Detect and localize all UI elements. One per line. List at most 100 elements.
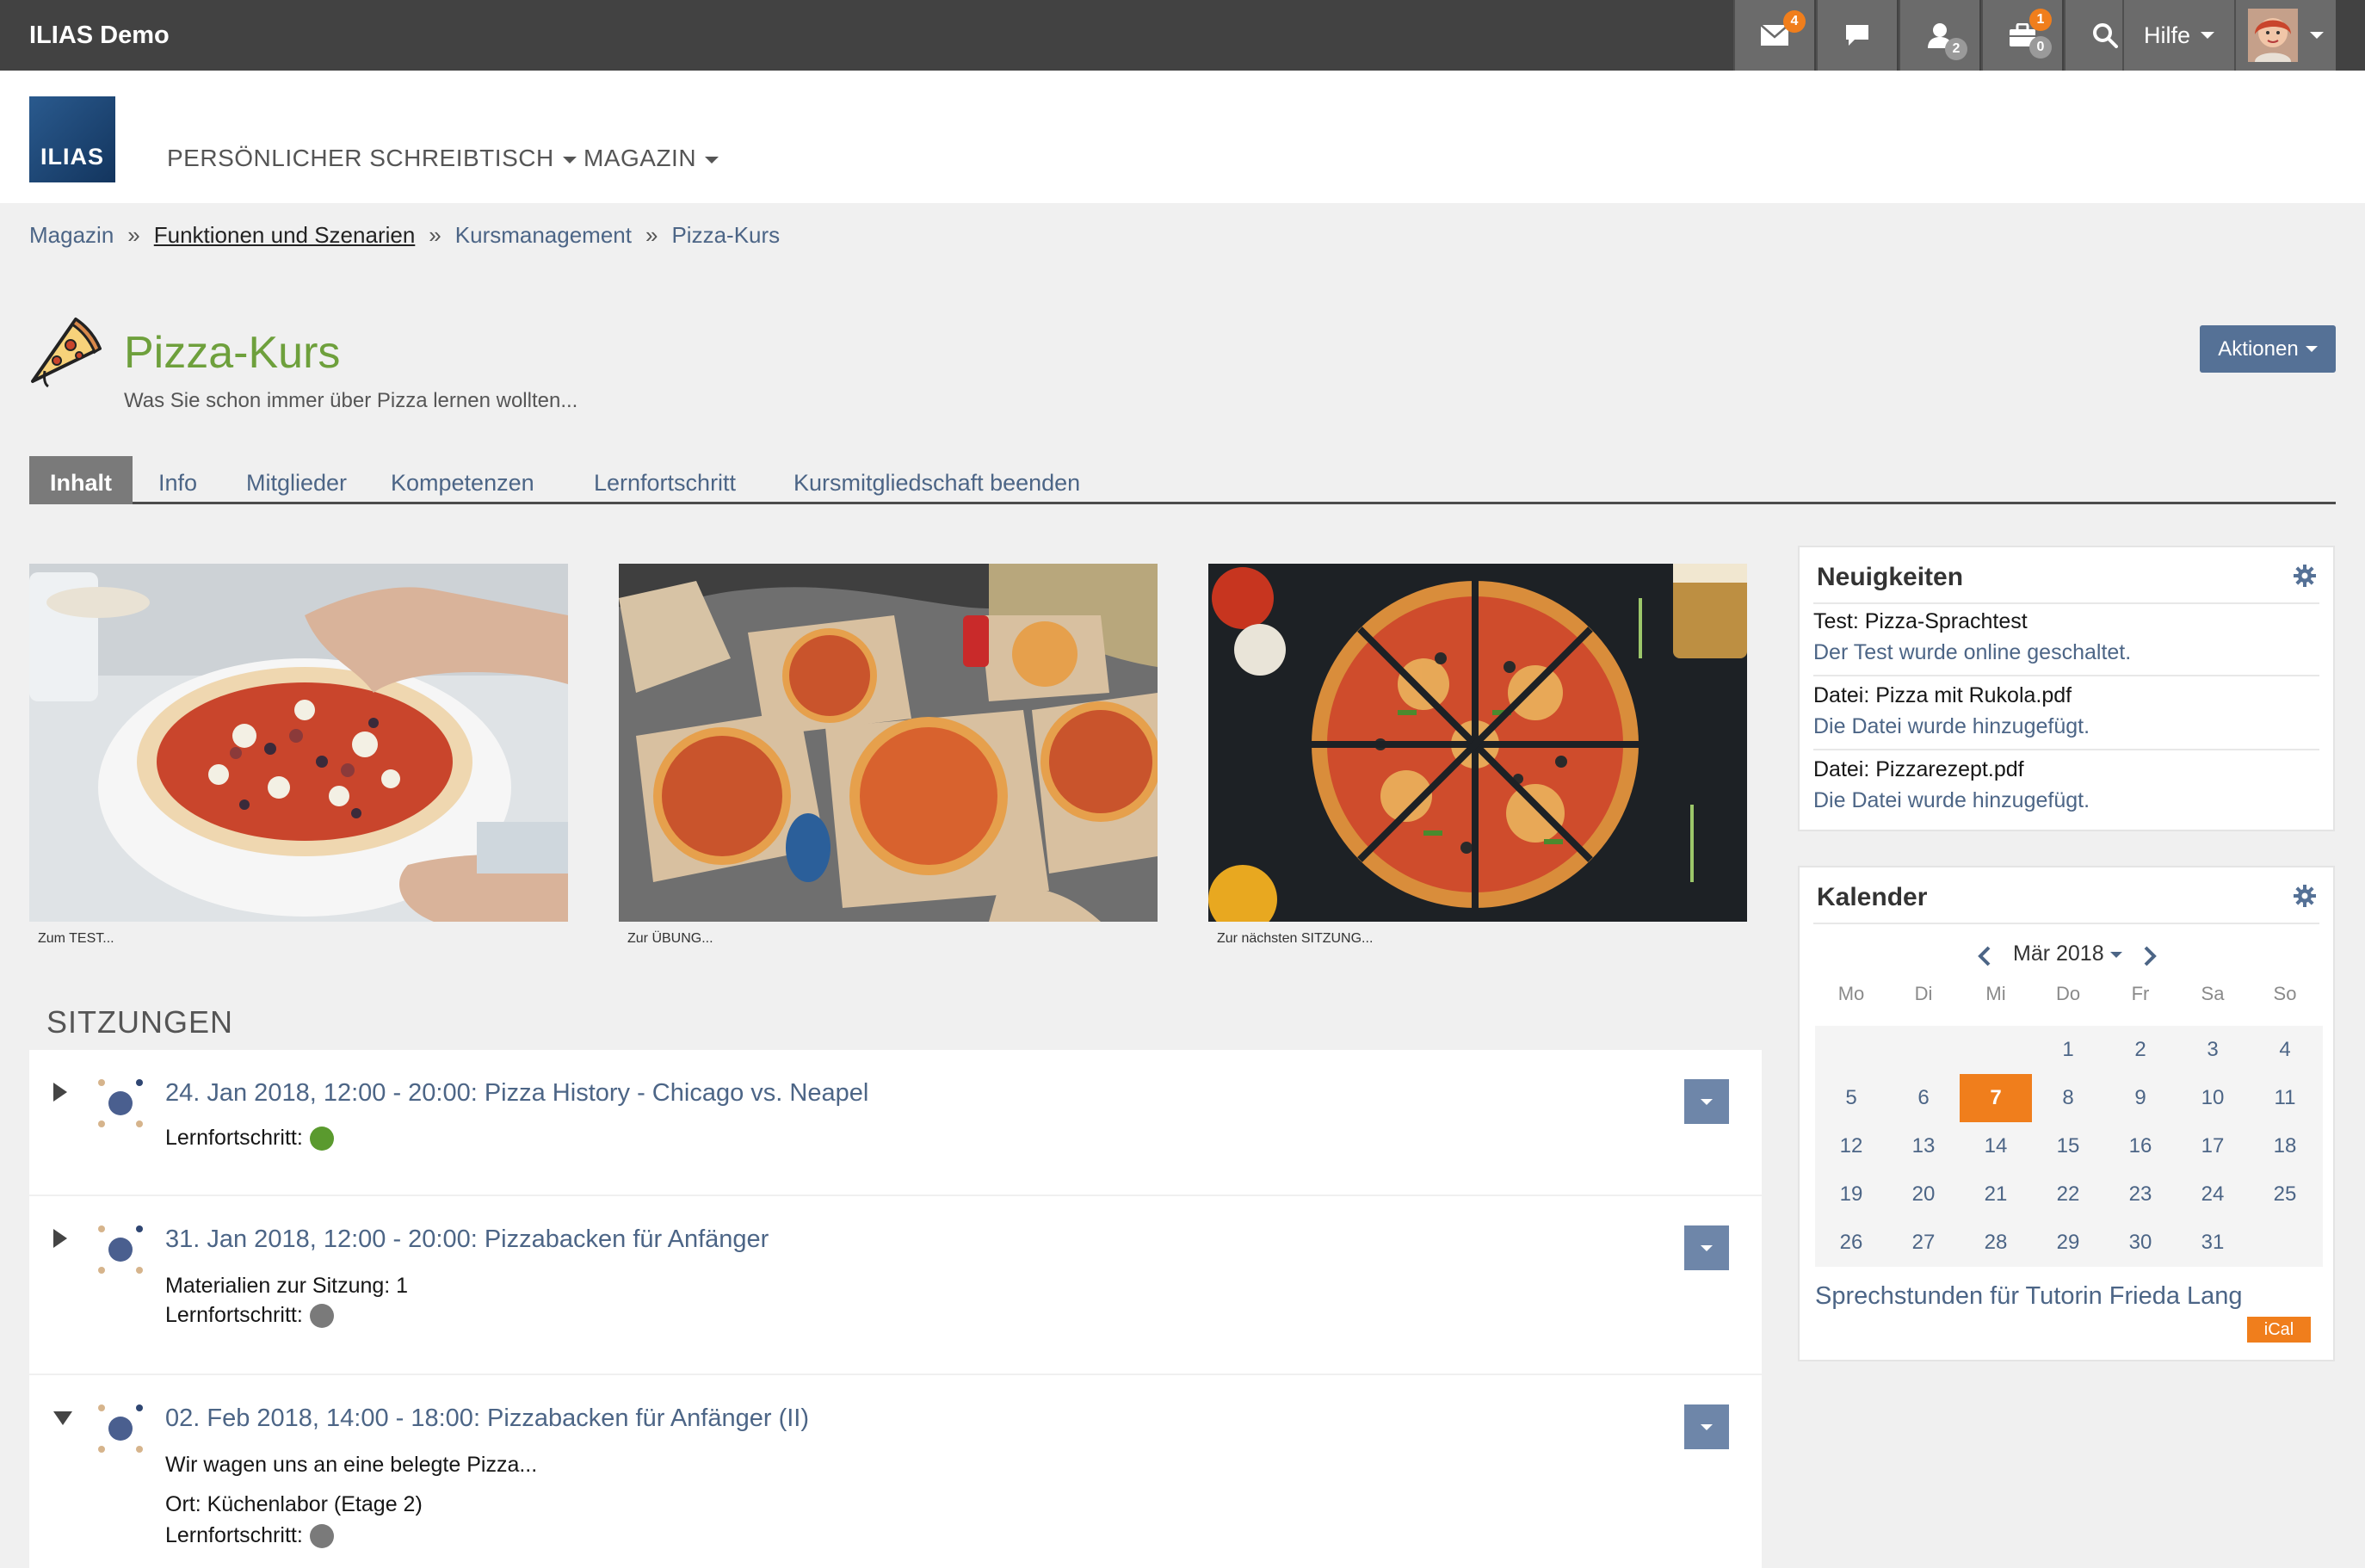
tile-image-session[interactable] xyxy=(1208,564,1747,922)
chevron-down-icon xyxy=(1701,1098,1713,1105)
weekday-label: Sa xyxy=(2201,983,2225,1004)
chat-bubble-icon xyxy=(1846,25,1868,46)
session-title-link[interactable]: 24. Jan 2018, 12:00 - 20:00: Pizza Histo… xyxy=(165,1079,868,1108)
news-item-link[interactable]: Die Datei wurde hinzugefügt. xyxy=(1813,788,2090,813)
tile-image-test[interactable] xyxy=(29,564,568,922)
calendar-day[interactable]: 11 xyxy=(2249,1074,2321,1122)
page-description: Was Sie schon immer über Pizza lernen wo… xyxy=(124,389,578,412)
news-item-title: Datei: Pizza mit Rukola.pdf xyxy=(1813,683,2072,707)
chat-button[interactable] xyxy=(1816,0,1897,71)
tasks-button[interactable]: 1 0 xyxy=(1981,0,2062,71)
breadcrumb-item[interactable]: Pizza-Kurs xyxy=(671,222,780,248)
menu-repository[interactable]: MAGAZIN xyxy=(584,145,719,172)
page-title: Pizza-Kurs xyxy=(124,328,341,378)
calendar-day[interactable]: 31 xyxy=(2177,1219,2249,1267)
calendar-day[interactable]: 14 xyxy=(1960,1122,2032,1170)
calendar-day[interactable]: 26 xyxy=(1815,1219,1887,1267)
progress-not-attempted-icon xyxy=(309,1304,334,1329)
ilias-logo[interactable]: ILIAS xyxy=(29,96,115,182)
news-item-title: Test: Pizza-Sprachtest xyxy=(1813,609,2028,633)
consultation-hours-link[interactable]: Sprechstunden für Tutorin Frieda Lang xyxy=(1815,1282,2243,1311)
calendar-day[interactable]: 16 xyxy=(2104,1122,2177,1170)
menu-repository-label: MAGAZIN xyxy=(584,145,697,171)
calendar-day[interactable]: 13 xyxy=(1887,1122,1960,1170)
tab-members[interactable]: Mitglieder xyxy=(225,456,367,504)
tile-caption[interactable]: Zur ÜBUNG... xyxy=(627,931,713,947)
tab-leave-course[interactable]: Kursmitgliedschaft beenden xyxy=(773,456,1101,504)
calendar-day[interactable]: 2 xyxy=(2104,1026,2177,1074)
chevron-left-icon[interactable] xyxy=(1977,945,1992,967)
month-selector[interactable]: Mär 2018 xyxy=(2013,941,2122,966)
month-label: Mär 2018 xyxy=(2013,941,2104,966)
help-label: Hilfe xyxy=(2143,22,2190,48)
calendar-day[interactable]: 21 xyxy=(1960,1170,2032,1219)
gear-icon[interactable] xyxy=(2294,885,2316,907)
session-actions-dropdown[interactable] xyxy=(1684,1225,1729,1270)
tab-competences[interactable]: Kompetenzen xyxy=(370,456,555,504)
breadcrumb-item[interactable]: Magazin xyxy=(29,222,114,248)
pizza-boxes-image xyxy=(619,564,1158,922)
divider xyxy=(1813,675,2319,676)
session-actions-dropdown[interactable] xyxy=(1684,1404,1729,1449)
calendar-day[interactable]: 24 xyxy=(2177,1170,2249,1219)
user-menu[interactable] xyxy=(2234,0,2336,71)
learning-progress-label: Lernfortschritt: xyxy=(165,1126,303,1150)
calendar-day[interactable]: 25 xyxy=(2249,1170,2321,1219)
calendar-day[interactable]: 3 xyxy=(2177,1026,2249,1074)
tab-learning-progress[interactable]: Lernfortschritt xyxy=(573,456,756,504)
contacts-button[interactable]: 2 xyxy=(1899,0,1979,71)
help-menu[interactable]: Hilfe xyxy=(2122,0,2234,71)
mail-button[interactable]: 4 xyxy=(1733,0,1814,71)
calendar-day[interactable]: 23 xyxy=(2104,1170,2177,1219)
calendar-day[interactable]: 17 xyxy=(2177,1122,2249,1170)
menu-personal-desktop[interactable]: PERSÖNLICHER SCHREIBTISCH xyxy=(167,145,577,172)
tab-content[interactable]: Inhalt xyxy=(29,456,133,504)
gear-icon[interactable] xyxy=(2294,565,2316,587)
calendar-day[interactable]: 19 xyxy=(1815,1170,1887,1219)
calendar-day[interactable]: 12 xyxy=(1815,1122,1887,1170)
tile-image-exercise[interactable] xyxy=(619,564,1158,922)
calendar-day-today[interactable]: 7 xyxy=(1960,1074,2032,1122)
calendar-day[interactable]: 5 xyxy=(1815,1074,1887,1122)
top-bar: ILIAS Demo 4 2 1 0 Hilfe xyxy=(0,0,2365,71)
chevron-right-icon[interactable] xyxy=(2142,945,2158,967)
actions-button[interactable]: Aktionen xyxy=(2200,325,2336,373)
expand-toggle-icon[interactable] xyxy=(53,1083,67,1102)
divider xyxy=(1813,602,2319,604)
chevron-down-icon xyxy=(562,156,577,164)
session-title-link[interactable]: 31. Jan 2018, 12:00 - 20:00: Pizzabacken… xyxy=(165,1225,769,1254)
calendar-day[interactable]: 29 xyxy=(2032,1219,2104,1267)
calendar-day[interactable]: 10 xyxy=(2177,1074,2249,1122)
breadcrumb-separator: » xyxy=(429,222,442,248)
calendar-day[interactable]: 22 xyxy=(2032,1170,2104,1219)
collapse-toggle-icon[interactable] xyxy=(53,1411,72,1425)
tile-caption[interactable]: Zur nächsten SITZUNG... xyxy=(1217,931,1373,947)
ical-button[interactable]: iCal xyxy=(2247,1317,2311,1343)
calendar-day[interactable]: 20 xyxy=(1887,1170,1960,1219)
session-actions-dropdown[interactable] xyxy=(1684,1079,1729,1124)
calendar-day[interactable]: 18 xyxy=(2249,1122,2321,1170)
menu-personal-desktop-label: PERSÖNLICHER SCHREIBTISCH xyxy=(167,145,554,171)
learning-progress: Lernfortschritt: xyxy=(165,1126,334,1151)
calendar-day[interactable]: 8 xyxy=(2032,1074,2104,1122)
calendar-day[interactable]: 6 xyxy=(1887,1074,1960,1122)
tile-caption[interactable]: Zum TEST... xyxy=(38,931,114,947)
news-item-link[interactable]: Der Test wurde online geschaltet. xyxy=(1813,640,2131,665)
session-materials: Materialien zur Sitzung: 1 xyxy=(165,1274,409,1298)
calendar-day[interactable]: 1 xyxy=(2032,1026,2104,1074)
installation-title[interactable]: ILIAS Demo xyxy=(29,0,170,71)
calendar-day[interactable]: 27 xyxy=(1887,1219,1960,1267)
expand-toggle-icon[interactable] xyxy=(53,1229,67,1248)
calendar-day[interactable]: 15 xyxy=(2032,1122,2104,1170)
tab-info[interactable]: Info xyxy=(138,456,218,504)
calendar-day[interactable]: 4 xyxy=(2249,1026,2321,1074)
calendar-day[interactable]: 9 xyxy=(2104,1074,2177,1122)
breadcrumb-item[interactable]: Funktionen und Szenarien xyxy=(154,222,416,248)
session-title-link[interactable]: 02. Feb 2018, 14:00 - 18:00: Pizzabacken… xyxy=(165,1404,809,1433)
calendar-day[interactable]: 28 xyxy=(1960,1219,2032,1267)
news-item-link[interactable]: Die Datei wurde hinzugefügt. xyxy=(1813,714,2090,739)
weekday-label: Di xyxy=(1914,983,1933,1004)
calendar-day[interactable]: 30 xyxy=(2104,1219,2177,1267)
breadcrumb-item[interactable]: Kursmanagement xyxy=(455,222,632,248)
breadcrumb: Magazin » Funktionen und Szenarien » Kursman… xyxy=(29,222,780,249)
